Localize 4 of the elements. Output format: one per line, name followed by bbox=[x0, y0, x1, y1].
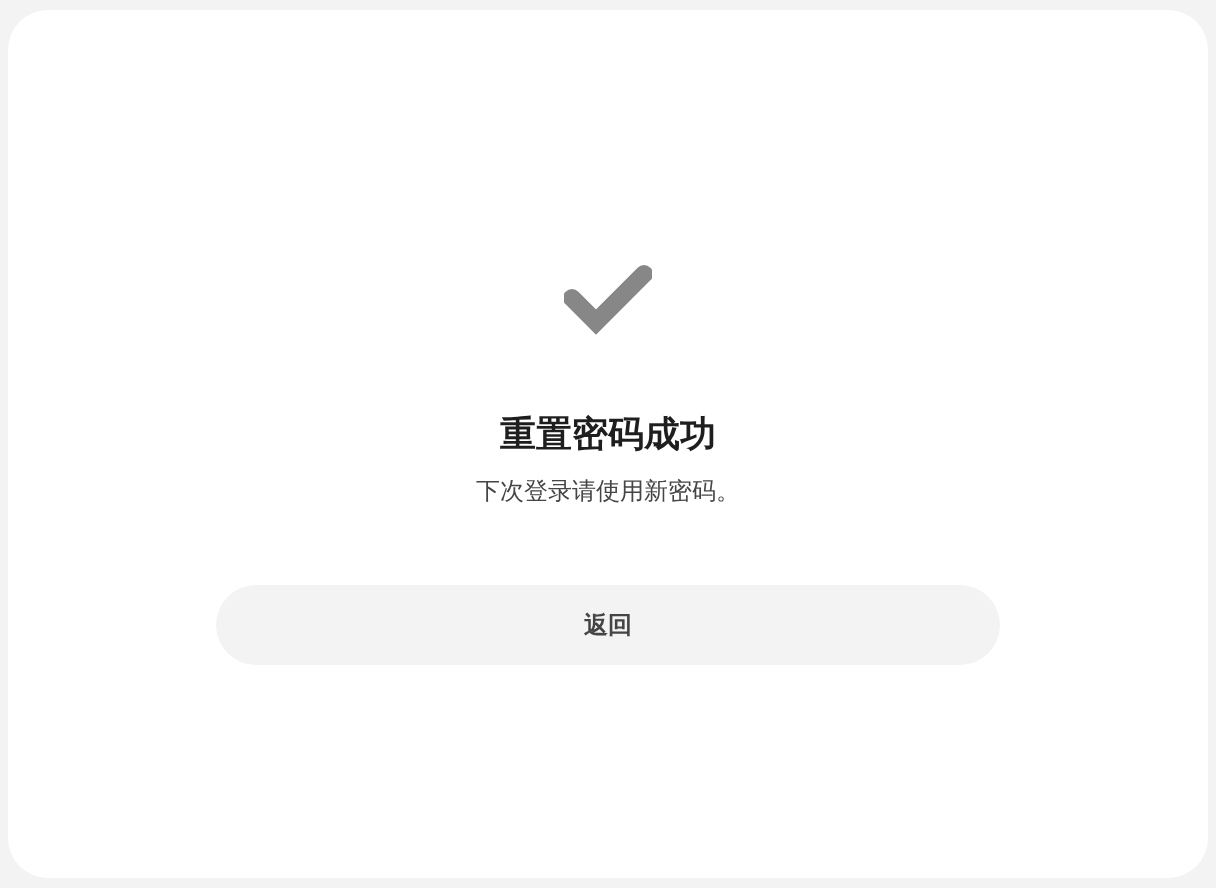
checkmark-icon bbox=[564, 264, 652, 336]
success-title: 重置密码成功 bbox=[500, 412, 716, 456]
success-message: 下次登录请使用新密码。 bbox=[476, 476, 740, 507]
back-button[interactable]: 返回 bbox=[216, 585, 1000, 665]
